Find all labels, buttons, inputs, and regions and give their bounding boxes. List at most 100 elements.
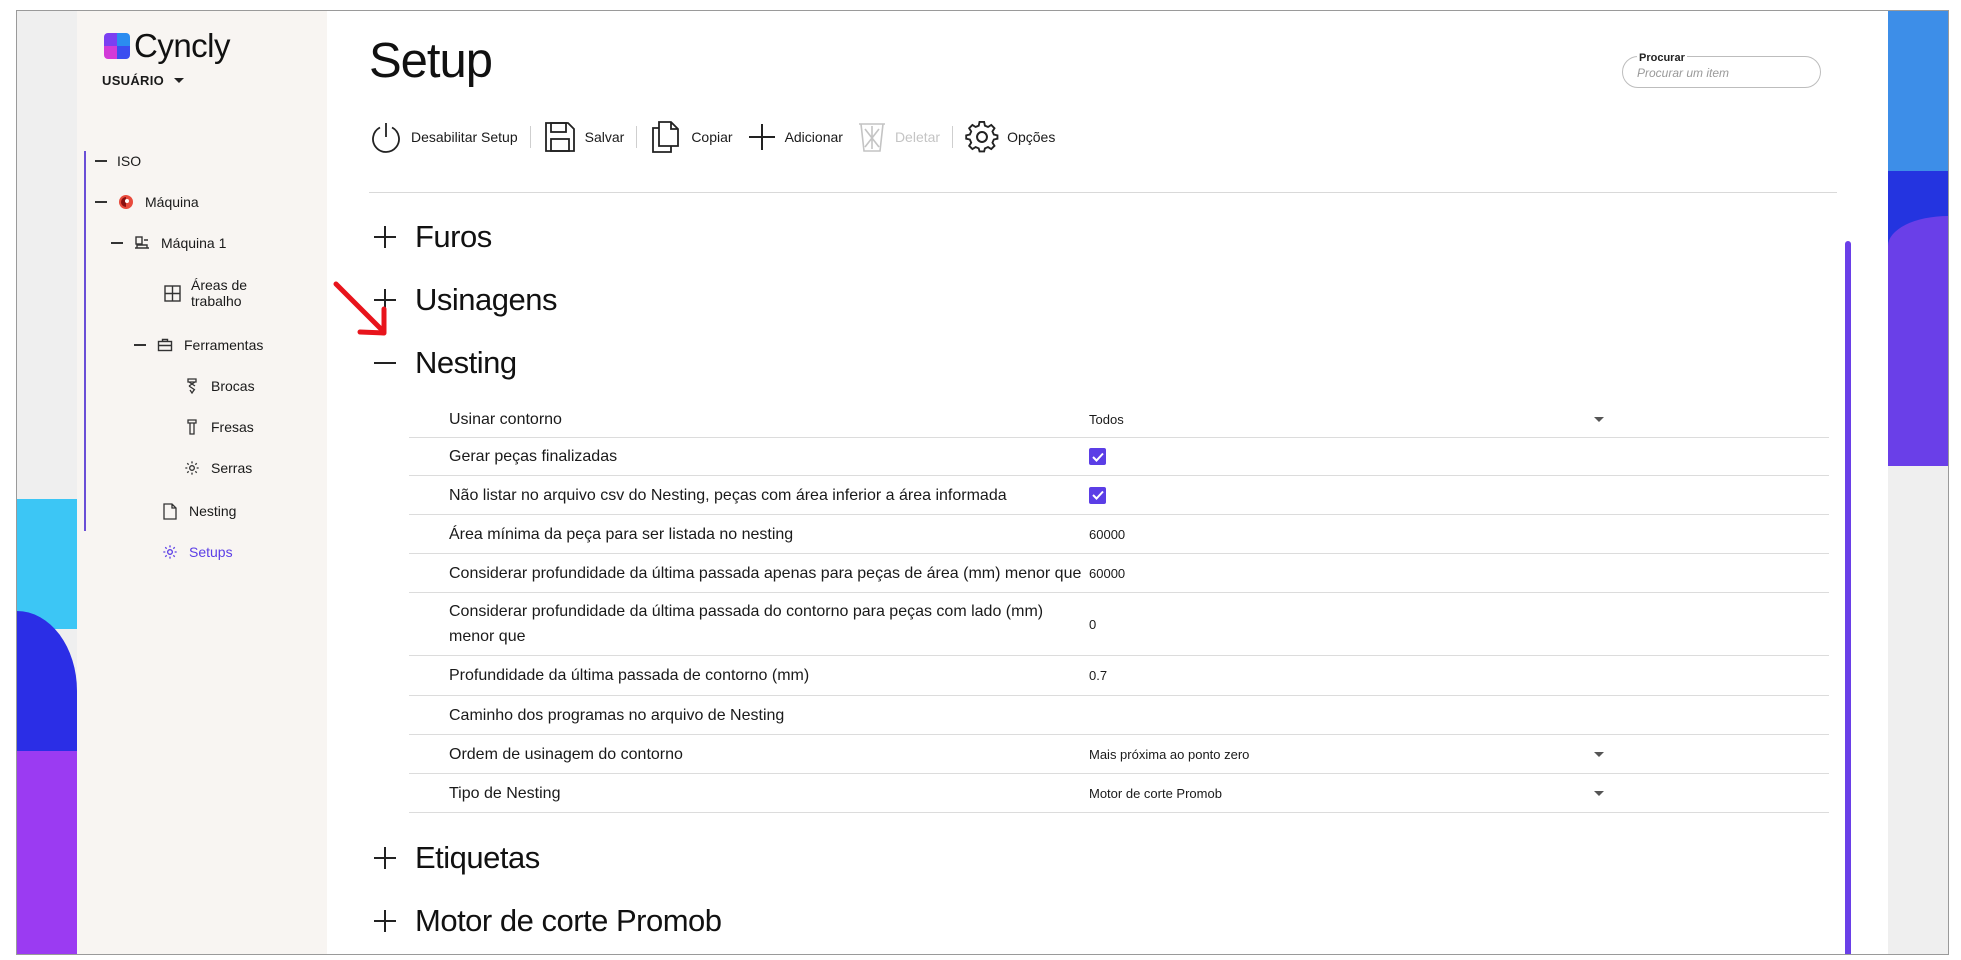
usinar-contorno-select[interactable]: Todos (1089, 412, 1829, 427)
collapse-minus-icon[interactable] (373, 351, 397, 375)
sidebar-item-label: Máquina 1 (161, 235, 227, 251)
search-input[interactable] (1637, 66, 1807, 80)
property-row: Tipo de Nesting Motor de corte Promob (409, 774, 1829, 813)
property-label: Gerar peças finalizadas (449, 448, 618, 465)
section-furos[interactable]: Furos (373, 219, 492, 255)
caret-down-icon (174, 78, 185, 83)
property-row: Usinar contorno Todos (409, 401, 1829, 438)
property-row: Não listar no arquivo csv do Nesting, pe… (409, 476, 1829, 515)
cyncly-logo: Cyncly (104, 27, 231, 65)
property-row: Ordem de usinagem do contorno Mais próxi… (409, 735, 1829, 774)
profundidade-contorno-input[interactable]: 0.7 (1089, 668, 1829, 683)
save-button[interactable]: Salvar (543, 120, 624, 154)
gerar-pecas-checkbox[interactable] (1089, 448, 1106, 465)
section-etiquetas[interactable]: Etiquetas (373, 840, 540, 876)
profundidade-lado-input[interactable]: 0 (1089, 617, 1829, 632)
scrollbar-thumb[interactable] (1845, 241, 1851, 954)
sidebar-item-serras[interactable]: Serras (183, 459, 252, 477)
gear-icon (161, 543, 179, 561)
collapse-minus-icon[interactable] (111, 242, 123, 244)
sidebar-item-setups[interactable]: Setups (161, 543, 233, 561)
milling-cutter-icon (183, 418, 201, 436)
caret-down-icon (1594, 751, 1604, 757)
disable-setup-button[interactable]: Desabilitar Setup (369, 120, 518, 154)
collapse-minus-icon[interactable] (95, 201, 107, 203)
trash-icon (858, 123, 885, 152)
caret-down-icon (1594, 790, 1604, 796)
property-label: Profundidade da última passada de contor… (449, 667, 810, 684)
copy-icon (652, 121, 680, 153)
decorative-band-left (17, 11, 77, 954)
user-menu[interactable]: USUÁRIO (102, 73, 185, 88)
property-label: Área mínima da peça para ser listada no … (449, 525, 794, 543)
section-usinagens[interactable]: Usinagens (373, 282, 557, 318)
toolbar-divider (952, 126, 954, 148)
copy-button[interactable]: Copiar (649, 120, 733, 154)
property-label: Caminho dos programas no arquivo de Nest… (449, 706, 785, 724)
delete-button[interactable]: Deletar (857, 121, 940, 153)
decorative-band-right (1888, 11, 1948, 954)
machine-brand-icon (117, 193, 135, 211)
cyncly-logo-icon (104, 33, 130, 59)
gear-icon (965, 120, 999, 153)
collapse-minus-icon[interactable] (134, 344, 146, 346)
search-label: Procurar (1637, 52, 1687, 64)
property-label: Considerar profundidade da última passad… (449, 603, 1044, 645)
sidebar-item-iso[interactable]: ISO (95, 153, 141, 169)
add-button[interactable]: Adicionar (747, 122, 843, 152)
checkmark-icon (1091, 490, 1104, 500)
sidebar-item-fresas[interactable]: Fresas (183, 418, 254, 436)
sidebar-item-ferramentas[interactable]: Ferramentas (134, 336, 263, 354)
toolbox-icon (156, 336, 174, 354)
expand-plus-icon[interactable] (373, 846, 397, 870)
caret-down-icon (1594, 416, 1604, 422)
sidebar-item-nesting[interactable]: Nesting (161, 502, 236, 520)
property-label: Ordem de usinagem do contorno (449, 745, 683, 763)
property-row: Gerar peças finalizadas (409, 438, 1829, 476)
collapse-minus-icon[interactable] (95, 160, 107, 162)
nesting-properties: Usinar contorno Todos Gerar peças finali… (409, 401, 1829, 813)
saw-gear-icon (183, 459, 201, 477)
sidebar-item-label: Fresas (211, 419, 254, 435)
document-icon (161, 502, 179, 520)
ordem-usinagem-select[interactable]: Mais próxima ao ponto zero (1089, 747, 1829, 762)
toolbar-divider-line (369, 192, 1837, 193)
options-button[interactable]: Opções (965, 120, 1055, 154)
sidebar-item-label: Áreas de trabalho (191, 277, 248, 309)
sidebar-item-brocas[interactable]: Brocas (183, 377, 255, 395)
save-icon (544, 122, 575, 152)
annotation-arrow-icon (333, 281, 387, 336)
section-nesting[interactable]: Nesting (373, 345, 517, 381)
grid-icon (163, 284, 181, 302)
tipo-nesting-select[interactable]: Motor de corte Promob (1089, 786, 1829, 801)
property-row: Caminho dos programas no arquivo de Nest… (409, 696, 1829, 735)
nao-listar-checkbox[interactable] (1089, 486, 1106, 504)
section-motor-de-corte-promob[interactable]: Motor de corte Promob (373, 903, 722, 939)
sidebar-item-maquina[interactable]: Máquina (95, 193, 199, 211)
property-label: Tipo de Nesting (449, 784, 561, 802)
main-content: Setup Procurar Desabilitar Setup Salvar … (327, 11, 1888, 954)
search-box[interactable]: Procurar (1622, 52, 1821, 88)
app-window: Cyncly USUÁRIO ISO Máquina Máquina 1 Áre… (16, 10, 1949, 955)
sidebar-item-label: Nesting (189, 503, 237, 519)
sidebar-item-label: Máquina (145, 194, 199, 210)
area-minima-input[interactable]: 60000 (1089, 527, 1829, 542)
toolbar-divider (529, 126, 531, 148)
drill-bit-icon (183, 377, 201, 395)
property-label: Considerar profundidade da última passad… (449, 564, 1082, 582)
sidebar-item-areas-de-trabalho[interactable]: Áreas de trabalho (163, 277, 247, 309)
power-icon (372, 123, 400, 153)
expand-plus-icon[interactable] (373, 909, 397, 933)
logo-text: Cyncly (134, 27, 231, 64)
sidebar-item-maquina-1[interactable]: Máquina 1 (111, 234, 226, 252)
property-label: Não listar no arquivo csv do Nesting, pe… (449, 486, 1007, 504)
sidebar-item-label: Brocas (211, 378, 255, 394)
property-row: Profundidade da última passada de contor… (409, 656, 1829, 696)
profundidade-area-input[interactable]: 60000 (1089, 566, 1829, 581)
sidebar-item-label: Ferramentas (184, 337, 264, 353)
plus-icon (748, 124, 775, 150)
expand-plus-icon[interactable] (373, 225, 397, 249)
toolbar: Desabilitar Setup Salvar Copiar Adiciona… (369, 119, 1055, 155)
sidebar: Cyncly USUÁRIO ISO Máquina Máquina 1 Áre… (77, 11, 327, 954)
property-row: Área mínima da peça para ser listada no … (409, 515, 1829, 554)
